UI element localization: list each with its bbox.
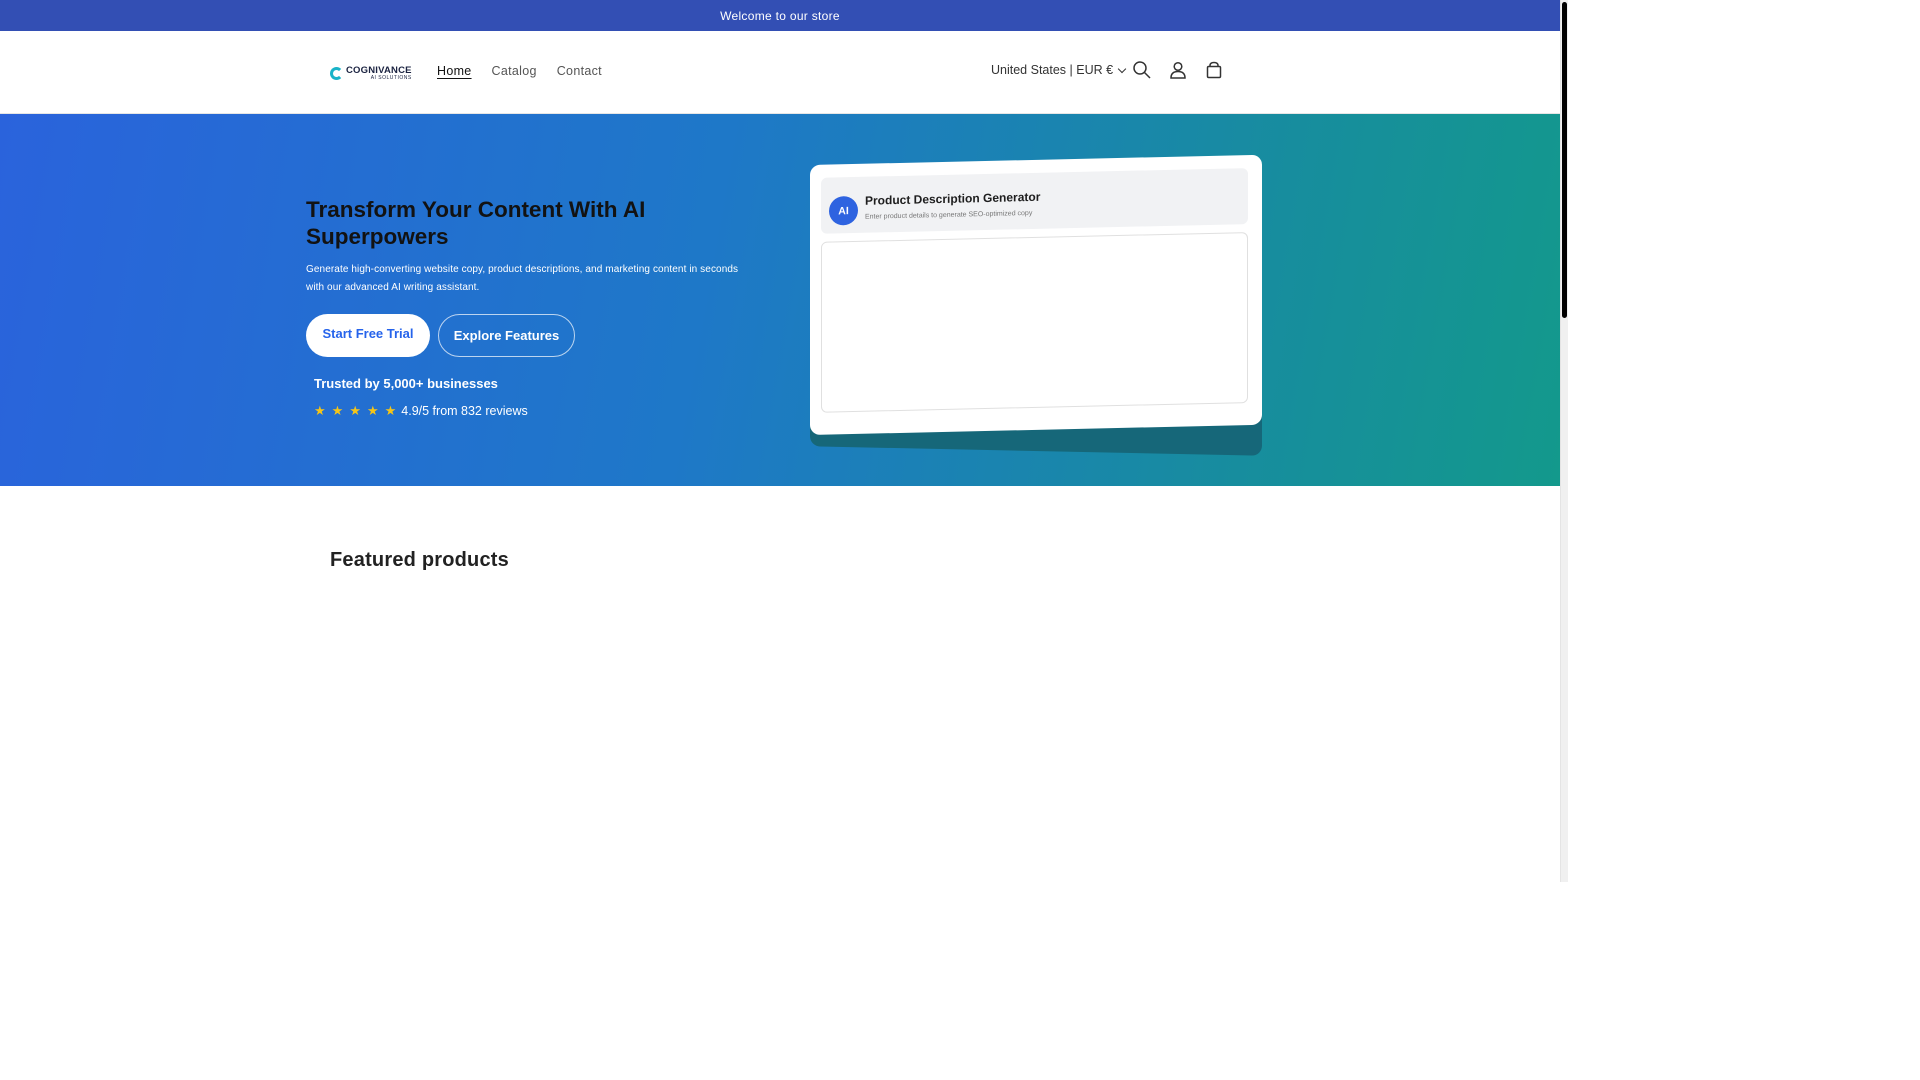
- start-free-trial-button[interactable]: Start Free Trial: [306, 314, 430, 357]
- explore-features-button[interactable]: Explore Features: [438, 314, 575, 357]
- main-nav: Home Catalog Contact: [427, 62, 612, 80]
- star-rating: ★ ★ ★ ★ ★: [314, 403, 396, 419]
- trusted-by-text: Trusted by 5,000+ businesses: [314, 376, 498, 391]
- announcement-text: Welcome to our store: [720, 8, 840, 23]
- site-header: COGNIVANCE AI SOLUTIONS Home Catalog Con…: [0, 31, 1560, 114]
- mockup-card-header: AI Product Description Generator Enter p…: [821, 168, 1248, 234]
- logo-tagline: AI SOLUTIONS: [370, 74, 412, 81]
- store-logo[interactable]: COGNIVANCE AI SOLUTIONS: [330, 66, 412, 81]
- ai-badge: AI: [829, 195, 858, 226]
- logo-mark-icon: [330, 66, 343, 80]
- nav-contact[interactable]: Contact: [547, 62, 612, 80]
- hero-banner: Transform Your Content With AI Superpowe…: [0, 114, 1560, 486]
- mockup-title: Product Description Generator: [865, 189, 1041, 208]
- mockup-subtitle: Enter product details to generate SEO-op…: [865, 209, 1033, 221]
- mockup-text-area: [821, 232, 1248, 413]
- cart-icon[interactable]: [1201, 57, 1227, 83]
- star-icon: ★: [384, 403, 397, 418]
- generator-mockup-card: AI Product Description Generator Enter p…: [810, 154, 1262, 435]
- page: Welcome to our store COGNIVANCE AI SOLUT…: [0, 0, 1568, 882]
- featured-products-heading: Featured products: [330, 549, 509, 571]
- star-icon: ★: [314, 403, 326, 418]
- rating-row: ★ ★ ★ ★ ★ 4.9/5 from 832 reviews: [314, 403, 528, 419]
- country-currency-selector[interactable]: United States | EUR €: [991, 63, 1127, 77]
- nav-catalog[interactable]: Catalog: [482, 62, 547, 80]
- rating-text: 4.9/5 from 832 reviews: [401, 404, 528, 418]
- scrollbar-thumb[interactable]: [1562, 2, 1567, 318]
- star-icon: ★: [331, 403, 344, 418]
- search-icon[interactable]: [1129, 57, 1155, 83]
- star-icon: ★: [349, 403, 361, 418]
- locale-label: United States | EUR €: [991, 63, 1114, 77]
- account-icon[interactable]: [1165, 57, 1191, 83]
- star-icon: ★: [366, 403, 379, 418]
- hero-title: Transform Your Content With AI Superpowe…: [306, 197, 646, 249]
- nav-home[interactable]: Home: [427, 62, 482, 80]
- announcement-bar: Welcome to our store: [0, 0, 1560, 31]
- chevron-down-icon: [1117, 64, 1127, 73]
- hero-description: Generate high-converting website copy, p…: [306, 264, 739, 293]
